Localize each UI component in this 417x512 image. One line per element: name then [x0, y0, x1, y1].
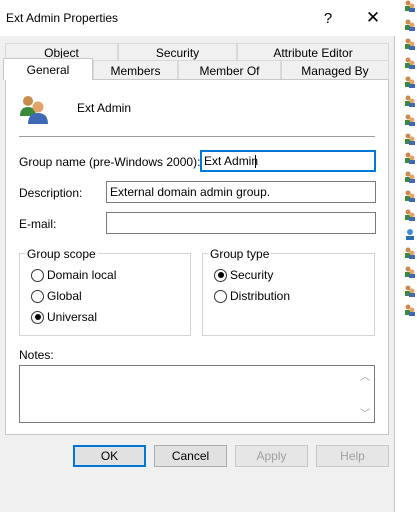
properties-dialog: Ext Admin Properties ? ✕ Object Security… — [0, 0, 395, 512]
cancel-button[interactable]: Cancel — [154, 445, 227, 467]
group-users-icon — [405, 247, 415, 259]
group-users-icon — [405, 190, 415, 202]
separator — [19, 136, 375, 137]
group-users-icon — [405, 76, 415, 88]
radio-unchecked-icon — [214, 289, 227, 303]
group-users-icon — [405, 114, 415, 126]
group-users-icon — [405, 152, 415, 164]
radio-unchecked-icon — [31, 268, 44, 282]
radio-unchecked-icon — [31, 289, 44, 303]
text-cursor — [255, 155, 257, 169]
group-name-value: Ext Admin — [204, 154, 259, 168]
group-users-icon — [405, 133, 415, 145]
tab-managed-by[interactable]: Managed By — [281, 60, 389, 80]
background-window-strip — [403, 0, 417, 512]
scroll-down-icon[interactable]: ﹀ — [360, 405, 370, 420]
tab-member-of[interactable]: Member Of — [178, 60, 281, 80]
type-security-label: Security — [230, 268, 274, 282]
group-users-icon — [20, 96, 48, 124]
object-name: Ext Admin — [77, 101, 132, 115]
scroll-up-icon[interactable]: ︿ — [360, 368, 370, 383]
group-users-icon — [405, 19, 415, 31]
radio-checked-icon — [31, 310, 44, 324]
radio-checked-icon — [214, 268, 227, 282]
scope-global-label: Global — [47, 289, 82, 303]
help-icon[interactable]: ? — [313, 4, 343, 32]
scope-domain-local-label: Domain local — [47, 268, 117, 282]
ok-button[interactable]: OK — [73, 445, 146, 467]
email-input[interactable] — [106, 212, 376, 234]
scope-universal-radio[interactable]: Universal — [31, 310, 97, 324]
type-security-radio[interactable]: Security — [214, 268, 273, 282]
type-distribution-radio[interactable]: Distribution — [214, 289, 290, 303]
close-icon[interactable]: ✕ — [358, 4, 388, 32]
group-users-icon — [405, 304, 415, 316]
scope-universal-label: Universal — [47, 310, 98, 324]
user-icon — [406, 229, 414, 240]
group-users-icon — [405, 38, 415, 50]
scope-global-radio[interactable]: Global — [31, 289, 82, 303]
window-title: Ext Admin Properties — [6, 11, 119, 25]
group-name-input[interactable]: Ext Admin — [200, 150, 376, 172]
group-users-icon — [405, 209, 415, 221]
notes-label: Notes: — [19, 348, 54, 362]
tab-attribute-editor[interactable]: Attribute Editor — [237, 43, 389, 61]
tab-general[interactable]: General — [3, 58, 93, 80]
group-type-title: Group type — [208, 247, 272, 261]
tab-security[interactable]: Security — [118, 43, 237, 61]
group-scope-title: Group scope — [25, 247, 98, 261]
scope-domain-local-radio[interactable]: Domain local — [31, 268, 116, 282]
description-label: Description: — [19, 186, 83, 200]
group-users-icon — [405, 57, 415, 69]
notes-textarea[interactable]: ︿ ﹀ — [19, 365, 375, 423]
title-bar[interactable]: Ext Admin Properties ? ✕ — [0, 0, 395, 36]
group-users-icon — [405, 0, 415, 12]
description-input[interactable]: External domain admin group. — [106, 181, 376, 203]
group-users-icon — [405, 95, 415, 107]
group-users-icon — [405, 285, 415, 297]
group-users-icon — [405, 266, 415, 278]
tab-members[interactable]: Members — [93, 60, 178, 80]
help-button[interactable]: Help — [316, 445, 389, 467]
apply-button[interactable]: Apply — [235, 445, 308, 467]
type-distribution-label: Distribution — [230, 289, 291, 303]
group-name-label: Group name (pre-Windows 2000): — [19, 155, 201, 169]
description-value: External domain admin group. — [110, 185, 271, 199]
email-label: E-mail: — [19, 217, 57, 231]
group-users-icon — [405, 171, 415, 183]
